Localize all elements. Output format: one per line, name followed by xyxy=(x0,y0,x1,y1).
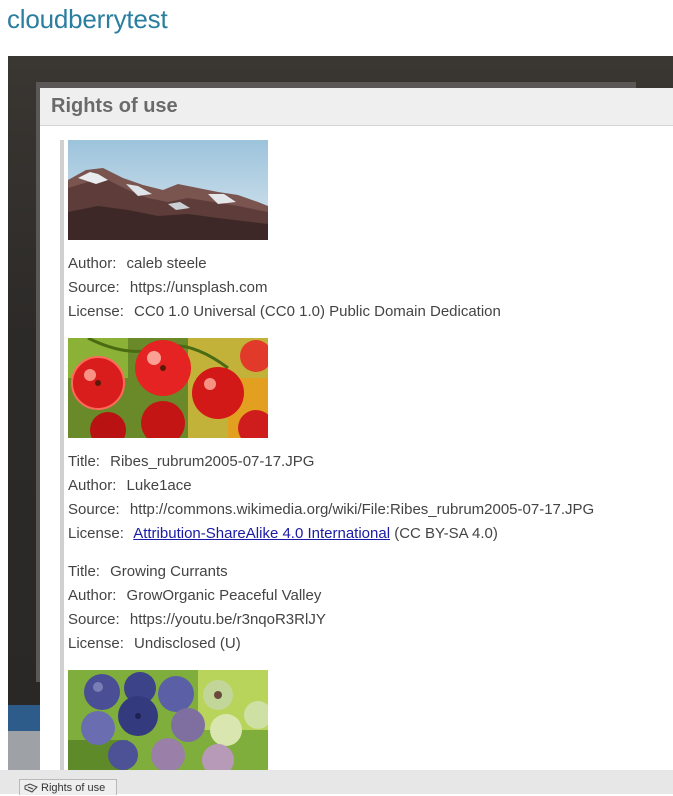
source-row: Source: https://unsplash.com xyxy=(68,279,268,296)
source-value: https://youtu.be/r3nqoR3RlJY xyxy=(129,611,326,628)
rights-of-use-dialog: Rights of use Author: caleb steele Sourc… xyxy=(40,88,673,770)
source-value: http://commons.wikimedia.org/wiki/File:R… xyxy=(129,501,595,518)
backdrop-strip-blue xyxy=(8,705,40,731)
blueberry-image xyxy=(68,670,268,770)
red-currant-image xyxy=(68,338,268,438)
source-row: Source: https://youtu.be/r3nqoR3RlJY xyxy=(68,611,326,628)
author-row: Author: GrowOrganic Peaceful Valley xyxy=(68,587,322,604)
license-row: License: Undisclosed (U) xyxy=(68,635,241,652)
author-value: Luke1ace xyxy=(126,477,192,494)
rights-of-use-button[interactable]: Rights of use xyxy=(19,779,117,795)
author-value: caleb steele xyxy=(126,255,207,272)
rights-entry: Title: Growing Currants Author: GrowOrga… xyxy=(68,560,673,656)
source-value: https://unsplash.com xyxy=(129,279,268,296)
rights-entry: Author: caleb steele Source: https://uns… xyxy=(68,140,673,324)
rights-entry xyxy=(68,670,673,770)
license-row: License: Attribution-ShareAlike 4.0 Inte… xyxy=(68,525,498,542)
rights-entry: Title: Ribes_rubrum2005-07-17.JPG Author… xyxy=(68,338,673,546)
site-title[interactable]: cloudberrytest xyxy=(7,4,168,35)
license-suffix: (CC BY-SA 4.0) xyxy=(394,525,498,542)
title-value: Growing Currants xyxy=(110,563,228,580)
license-value: CC0 1.0 Universal (CC0 1.0) Public Domai… xyxy=(134,303,501,320)
author-value: GrowOrganic Peaceful Valley xyxy=(126,587,322,604)
dialog-title: Rights of use xyxy=(51,95,178,117)
backdrop-strip-grey xyxy=(8,731,40,770)
title-row: Title: Ribes_rubrum2005-07-17.JPG xyxy=(68,453,315,470)
mountain-image xyxy=(68,140,268,240)
license-link[interactable]: Attribution-ShareAlike 4.0 International xyxy=(133,525,390,542)
rights-icon xyxy=(24,782,38,793)
license-row: License: CC0 1.0 Universal (CC0 1.0) Pub… xyxy=(68,303,501,320)
author-row: Author: caleb steele xyxy=(68,255,207,272)
title-row: Title: Growing Currants xyxy=(68,563,228,580)
source-row: Source: http://commons.wikimedia.org/wik… xyxy=(68,501,595,518)
dialog-body[interactable]: Author: caleb steele Source: https://uns… xyxy=(60,140,673,770)
rights-of-use-button-label: Rights of use xyxy=(41,781,106,794)
author-row: Author: Luke1ace xyxy=(68,477,192,494)
title-value: Ribes_rubrum2005-07-17.JPG xyxy=(110,453,315,470)
license-value: Undisclosed (U) xyxy=(134,635,241,652)
dialog-header: Rights of use xyxy=(40,88,673,126)
